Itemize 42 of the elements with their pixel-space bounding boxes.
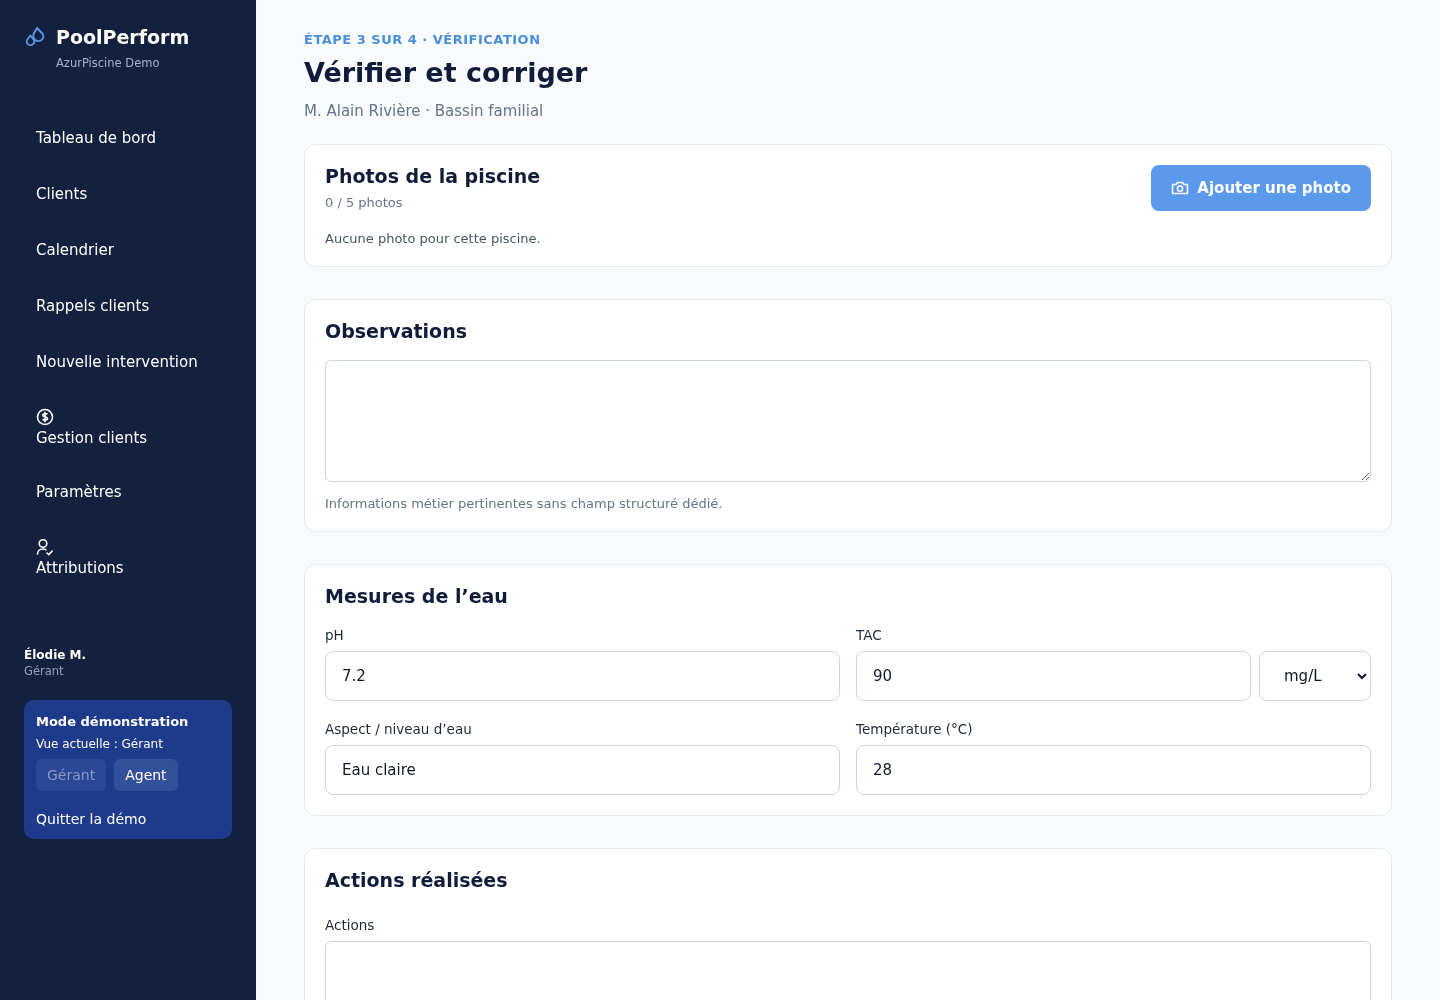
page-title: Vérifier et corriger (304, 57, 589, 88)
user-role: Gérant (24, 664, 65, 678)
field-label: pH (325, 627, 345, 643)
person-check-icon (36, 537, 54, 556)
user-name: Élodie M. (24, 648, 88, 662)
sidebar-item[interactable]: Gestion clients (24, 390, 232, 464)
company-name: AzurPiscine Demo (56, 56, 161, 70)
photo-count: 0 / 5 photos (325, 195, 404, 210)
sidebar-item[interactable]: Clients (24, 166, 232, 222)
input-field[interactable]: 90 (856, 651, 1251, 701)
input-field[interactable]: 28 (856, 745, 1371, 795)
camera-icon (1171, 180, 1190, 196)
page-subtitle: M. Alain Rivière · Bassin familial (304, 102, 545, 120)
role-button[interactable]: Agent (114, 759, 178, 791)
actions-field[interactable] (325, 941, 1371, 1000)
water-drops-icon (24, 26, 46, 48)
app-logo-text: PoolPerform (56, 26, 190, 48)
field-label: TAC (856, 627, 883, 643)
quit-demo-link[interactable]: Quitter la démo (36, 811, 220, 827)
sidebar-item[interactable]: Paramètres (24, 464, 232, 520)
sidebar-item[interactable]: Nouvelle intervention (24, 334, 232, 390)
step-indicator: ÉTAPE 3 SUR 4 · VÉRIFICATION (304, 32, 542, 47)
dollar-coin-icon (36, 407, 54, 426)
sidebar-item[interactable]: Calendrier (24, 222, 232, 278)
input-field[interactable]: Eau claire (325, 745, 840, 795)
section-title: Mesures de l’eau (325, 585, 509, 607)
empty-message: Aucune photo pour cette piscine. (325, 231, 542, 246)
field-label: Aspect / niveau d’eau (325, 721, 473, 737)
input-field[interactable]: 7.2 (325, 651, 840, 701)
demo-title: Mode démonstration (36, 714, 190, 729)
sidebar-item[interactable]: Rappels clients (24, 278, 232, 334)
field-label: Actions (325, 917, 376, 933)
observations-field[interactable] (325, 360, 1371, 482)
section-title: Actions réalisées (325, 869, 509, 891)
sidebar-item[interactable]: Tableau de bord (24, 110, 232, 166)
field-label: Température (°C) (856, 721, 974, 737)
unit-select[interactable]: mg/L (1259, 651, 1371, 701)
current-view-text: Vue actuelle : Gérant (36, 737, 164, 751)
sidebar-item[interactable]: Attributions (24, 520, 232, 594)
section-title: Observations (325, 320, 468, 342)
section-title: Photos de la piscine (325, 165, 541, 187)
help-text: Informations métier pertinentes sans champ structuré dédié. (325, 496, 724, 511)
